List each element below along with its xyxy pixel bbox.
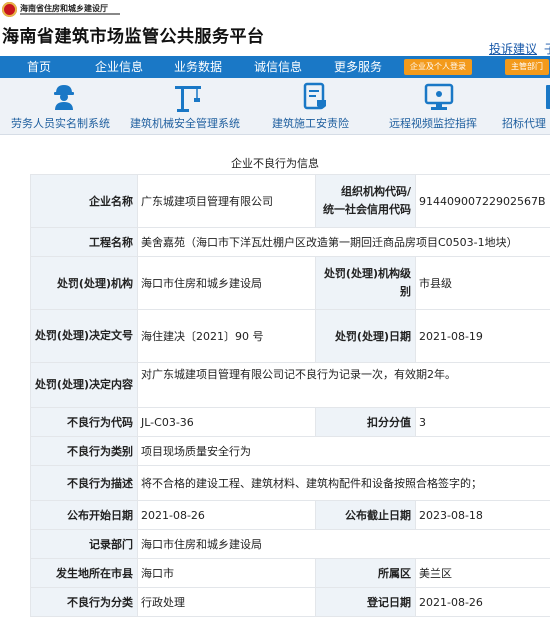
table-row: 记录部门 海口市住房和城乡建设局 <box>30 529 550 559</box>
org-code-value: 91440900722902567B <box>415 174 550 228</box>
worker-icon <box>52 82 76 114</box>
district-label: 所属区 <box>315 558 416 588</box>
register-date-value: 2021-08-26 <box>415 587 550 617</box>
system-insurance-label: 建筑施工安责险 <box>272 117 349 130</box>
authority-level-value: 市县级 <box>415 256 550 310</box>
table-row: 发生地所在市县 海口市 所属区 美兰区 <box>30 558 550 588</box>
system-machinery-safety[interactable]: 建筑机械安全管理系统 <box>125 78 255 134</box>
decision-no-label: 处罚(处理)决定文号 <box>30 309 138 363</box>
authority-value: 海口市住房和城乡建设局 <box>137 256 316 310</box>
decision-date-label: 处罚(处理)日期 <box>315 309 416 363</box>
table-row: 处罚(处理)机构 海口市住房和城乡建设局 处罚(处理)机构级别 市县级 <box>30 256 550 310</box>
table-row: 不良行为描述 将不合格的建设工程、建筑材料、建筑构配件和设备按照合格签字的； <box>30 465 550 501</box>
monitor-icon <box>424 82 454 116</box>
nav-credit-info[interactable]: 诚信信息 <box>254 56 302 78</box>
category-label: 不良行为类别 <box>30 436 138 466</box>
classification-value: 行政处理 <box>137 587 316 617</box>
publish-end-label: 公布截止日期 <box>315 500 416 530</box>
publish-start-label: 公布开始日期 <box>30 500 138 530</box>
table-row: 处罚(处理)决定文号 海住建决〔2021〕90 号 处罚(处理)日期 2021-… <box>30 309 550 363</box>
system-machinery-label: 建筑机械安全管理系统 <box>130 117 240 130</box>
behavior-code-label: 不良行为代码 <box>30 407 138 437</box>
company-name-value: 广东城建项目管理有限公司 <box>137 174 316 228</box>
login-button[interactable]: 企业及个人登录 <box>404 59 472 75</box>
table-row: 企业名称 广东城建项目管理有限公司 组织机构代码/ 统一社会信用代码 91440… <box>30 174 550 228</box>
bad-behavior-record-table: 企业名称 广东城建项目管理有限公司 组织机构代码/ 统一社会信用代码 91440… <box>30 174 550 617</box>
district-value: 美兰区 <box>415 558 550 588</box>
decision-content-value: 对广东城建项目管理有限公司记不良行为记录一次，有效期2年。 <box>137 362 550 408</box>
main-nav: 首页 企业信息 业务数据 诚信信息 更多服务 企业及个人登录 主管部门 <box>0 56 550 78</box>
org-code-label: 组织机构代码/ 统一社会信用代码 <box>315 174 416 228</box>
description-value: 将不合格的建设工程、建筑材料、建筑构配件和设备按照合格签字的； <box>137 465 550 501</box>
department-subline <box>20 13 120 15</box>
authority-login-button[interactable]: 主管部门 <box>505 59 549 75</box>
city-value: 海口市 <box>137 558 316 588</box>
points-label: 扣分分值 <box>315 407 416 437</box>
table-row: 工程名称 美舍嘉苑（海口市下洋瓦灶棚户区改造第一期回迁商品房项目C0503-1地… <box>30 227 550 257</box>
bid-icon <box>546 82 550 116</box>
behavior-code-value: JL-C03-36 <box>137 407 316 437</box>
classification-label: 不良行为分类 <box>30 587 138 617</box>
table-row: 处罚(处理)决定内容 对广东城建项目管理有限公司记不良行为记录一次，有效期2年。 <box>30 362 550 408</box>
nav-company-info[interactable]: 企业信息 <box>95 56 143 78</box>
company-name-label: 企业名称 <box>30 174 138 228</box>
system-labor-realname[interactable]: 劳务人员实名制系统 <box>0 78 125 134</box>
recorder-label: 记录部门 <box>30 529 138 559</box>
decision-no-value: 海住建决〔2021〕90 号 <box>137 309 316 363</box>
table-row: 不良行为分类 行政处理 登记日期 2021-08-26 <box>30 587 550 617</box>
site-title: 海南省建筑市场监管公共服务平台 <box>2 27 265 47</box>
system-bid-label: 招标代理 <box>502 117 546 130</box>
table-row: 不良行为类别 项目现场质量安全行为 <box>30 436 550 466</box>
header-link-tail[interactable]: 子 <box>544 40 550 57</box>
crane-icon <box>173 82 203 116</box>
nav-more-services[interactable]: 更多服务 <box>334 56 382 78</box>
publish-start-value: 2021-08-26 <box>137 500 316 530</box>
nav-home[interactable]: 首页 <box>27 56 51 78</box>
project-name-label: 工程名称 <box>30 227 138 257</box>
city-label: 发生地所在市县 <box>30 558 138 588</box>
description-label: 不良行为描述 <box>30 465 138 501</box>
authority-label: 处罚(处理)机构 <box>30 256 138 310</box>
system-labor-label: 劳务人员实名制系统 <box>11 117 110 130</box>
complaint-link[interactable]: 投诉建议 <box>489 40 537 57</box>
table-row: 公布开始日期 2021-08-26 公布截止日期 2023-08-18 <box>30 500 550 530</box>
national-emblem-icon <box>2 2 17 17</box>
insurance-doc-icon <box>302 82 328 116</box>
project-name-value: 美舍嘉苑（海口市下洋瓦灶棚户区改造第一期回迁商品房项目C0503-1地块） <box>137 227 550 257</box>
nav-business-data[interactable]: 业务数据 <box>174 56 222 78</box>
recorder-value: 海口市住房和城乡建设局 <box>137 529 550 559</box>
points-value: 3 <box>415 407 550 437</box>
publish-end-value: 2023-08-18 <box>415 500 550 530</box>
system-construction-insurance[interactable]: 建筑施工安责险 <box>255 78 380 134</box>
register-date-label: 登记日期 <box>315 587 416 617</box>
section-title: 企业不良行为信息 <box>231 157 319 170</box>
org-code-label-line1: 组织机构代码/ <box>340 185 411 198</box>
authority-level-label: 处罚(处理)机构级别 <box>315 256 416 310</box>
decision-content-label: 处罚(处理)决定内容 <box>30 362 138 408</box>
org-code-label-line2: 统一社会信用代码 <box>323 203 411 216</box>
system-video-monitoring[interactable]: 远程视频监控指挥 <box>380 78 500 134</box>
site-header: 海南省住房和城乡建设厅 海南省建筑市场监管公共服务平台 投诉建议 子 <box>0 0 550 56</box>
system-video-label: 远程视频监控指挥 <box>389 117 477 130</box>
table-row: 不良行为代码 JL-C03-36 扣分分值 3 <box>30 407 550 437</box>
category-value: 项目现场质量安全行为 <box>137 436 550 466</box>
system-bid-agency[interactable]: 招标代理 <box>500 78 550 134</box>
system-shortcuts: 劳务人员实名制系统 建筑机械安全管理系统 建筑施工安责险 远程视频监控指挥 招标… <box>0 78 550 135</box>
decision-date-value: 2021-08-19 <box>415 309 550 363</box>
